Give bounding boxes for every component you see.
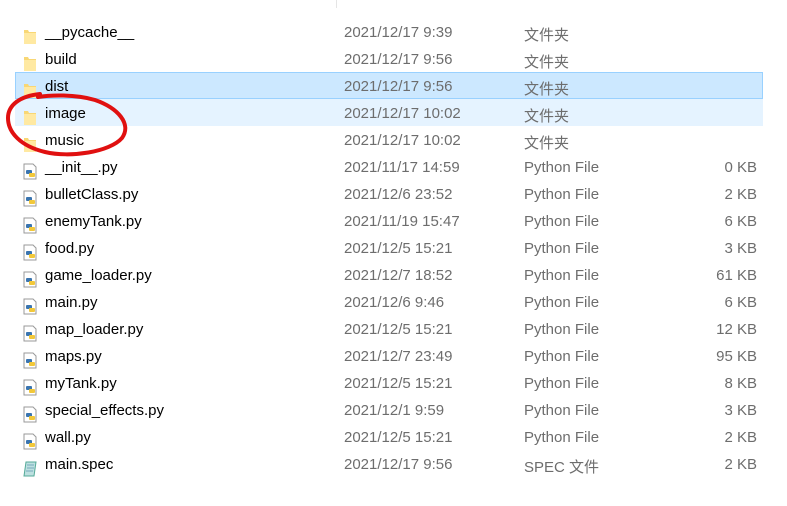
file-type: Python File (524, 186, 600, 203)
file-date: 2021/12/6 23:52 (344, 186, 453, 203)
file-date: 2021/12/5 15:21 (344, 375, 453, 392)
file-date: 2021/12/17 9:56 (344, 51, 453, 68)
file-type: Python File (524, 159, 600, 176)
file-name: bulletClass.py (45, 186, 139, 203)
file-type: Python File (524, 213, 600, 230)
file-date: 2021/11/19 15:47 (344, 213, 460, 230)
file-row[interactable]: food.py 2021/12/5 15:21 Python File 3 KB (15, 234, 763, 261)
column-divider[interactable] (336, 0, 337, 8)
file-date: 2021/12/7 18:52 (344, 267, 453, 284)
file-size: 6 KB (724, 294, 757, 311)
file-name: game_loader.py (45, 267, 152, 284)
file-name: maps.py (45, 348, 102, 365)
file-name: map_loader.py (45, 321, 144, 338)
file-date: 2021/12/5 15:21 (344, 240, 453, 257)
file-row[interactable]: wall.py 2021/12/5 15:21 Python File 2 KB (15, 423, 763, 450)
file-type: Python File (524, 348, 600, 365)
file-name: __pycache__ (45, 24, 135, 41)
file-date: 2021/12/17 10:02 (344, 105, 461, 122)
file-row[interactable]: special_effects.py 2021/12/1 9:59 Python… (15, 396, 763, 423)
file-size: 2 KB (724, 456, 757, 473)
file-row[interactable]: main.py 2021/12/6 9:46 Python File 6 KB (15, 288, 763, 315)
file-row[interactable]: __init__.py 2021/11/17 14:59 Python File… (15, 153, 763, 180)
file-name: main.py (45, 294, 98, 311)
file-size: 0 KB (724, 159, 757, 176)
file-row[interactable]: dist 2021/12/17 9:56 文件夹 (15, 72, 763, 99)
file-type: Python File (524, 240, 600, 257)
file-type: 文件夹 (524, 27, 570, 44)
file-row[interactable]: enemyTank.py 2021/11/19 15:47 Python Fil… (15, 207, 763, 234)
file-name: food.py (45, 240, 95, 257)
file-date: 2021/12/7 23:49 (344, 348, 453, 365)
file-row[interactable]: map_loader.py 2021/12/5 15:21 Python Fil… (15, 315, 763, 342)
file-type: Python File (524, 375, 600, 392)
file-size: 12 KB (716, 321, 757, 338)
file-type: Python File (524, 429, 600, 446)
file-type: 文件夹 (524, 108, 570, 125)
file-name: enemyTank.py (45, 213, 142, 230)
file-date: 2021/12/5 15:21 (344, 321, 453, 338)
file-date: 2021/12/1 9:59 (344, 402, 445, 419)
file-row[interactable]: image 2021/12/17 10:02 文件夹 (15, 99, 763, 126)
file-type: SPEC 文件 (524, 459, 600, 476)
file-name: build (45, 51, 77, 68)
file-date: 2021/11/17 14:59 (344, 159, 460, 176)
file-size: 61 KB (716, 267, 757, 284)
file-type: 文件夹 (524, 81, 570, 98)
file-row[interactable]: bulletClass.py 2021/12/6 23:52 Python Fi… (15, 180, 763, 207)
file-date: 2021/12/17 9:56 (344, 456, 453, 473)
file-name: myTank.py (45, 375, 117, 392)
file-name: wall.py (45, 429, 91, 446)
file-row[interactable]: __pycache__ 2021/12/17 9:39 文件夹 (15, 18, 763, 45)
file-date: 2021/12/17 9:39 (344, 24, 453, 41)
file-name: special_effects.py (45, 402, 164, 419)
file-row[interactable]: maps.py 2021/12/7 23:49 Python File 95 K… (15, 342, 763, 369)
file-list: __pycache__ 2021/12/17 9:39 文件夹 build 20… (15, 18, 763, 477)
file-date: 2021/12/17 10:02 (344, 132, 461, 149)
file-name: main.spec (45, 456, 114, 473)
file-name: __init__.py (45, 159, 118, 176)
file-type: Python File (524, 267, 600, 284)
file-row[interactable]: main.spec 2021/12/17 9:56 SPEC 文件 2 KB (15, 450, 763, 477)
file-row[interactable]: build 2021/12/17 9:56 文件夹 (15, 45, 763, 72)
file-size: 3 KB (724, 402, 757, 419)
file-row[interactable]: music 2021/12/17 10:02 文件夹 (15, 126, 763, 153)
file-type: Python File (524, 402, 600, 419)
file-size: 95 KB (716, 348, 757, 365)
file-date: 2021/12/17 9:56 (344, 78, 453, 95)
file-name: music (45, 132, 85, 149)
file-date: 2021/12/6 9:46 (344, 294, 445, 311)
file-type: 文件夹 (524, 135, 570, 152)
file-size: 2 KB (724, 429, 757, 446)
file-row[interactable]: game_loader.py 2021/12/7 18:52 Python Fi… (15, 261, 763, 288)
file-name: dist (45, 78, 69, 95)
file-size: 6 KB (724, 213, 757, 230)
file-size: 8 KB (724, 375, 757, 392)
file-row[interactable]: myTank.py 2021/12/5 15:21 Python File 8 … (15, 369, 763, 396)
file-size: 3 KB (724, 240, 757, 257)
file-type: 文件夹 (524, 54, 570, 71)
file-date: 2021/12/5 15:21 (344, 429, 453, 446)
file-type: Python File (524, 321, 600, 338)
file-size: 2 KB (724, 186, 757, 203)
file-name: image (45, 105, 86, 122)
file-type: Python File (524, 294, 600, 311)
